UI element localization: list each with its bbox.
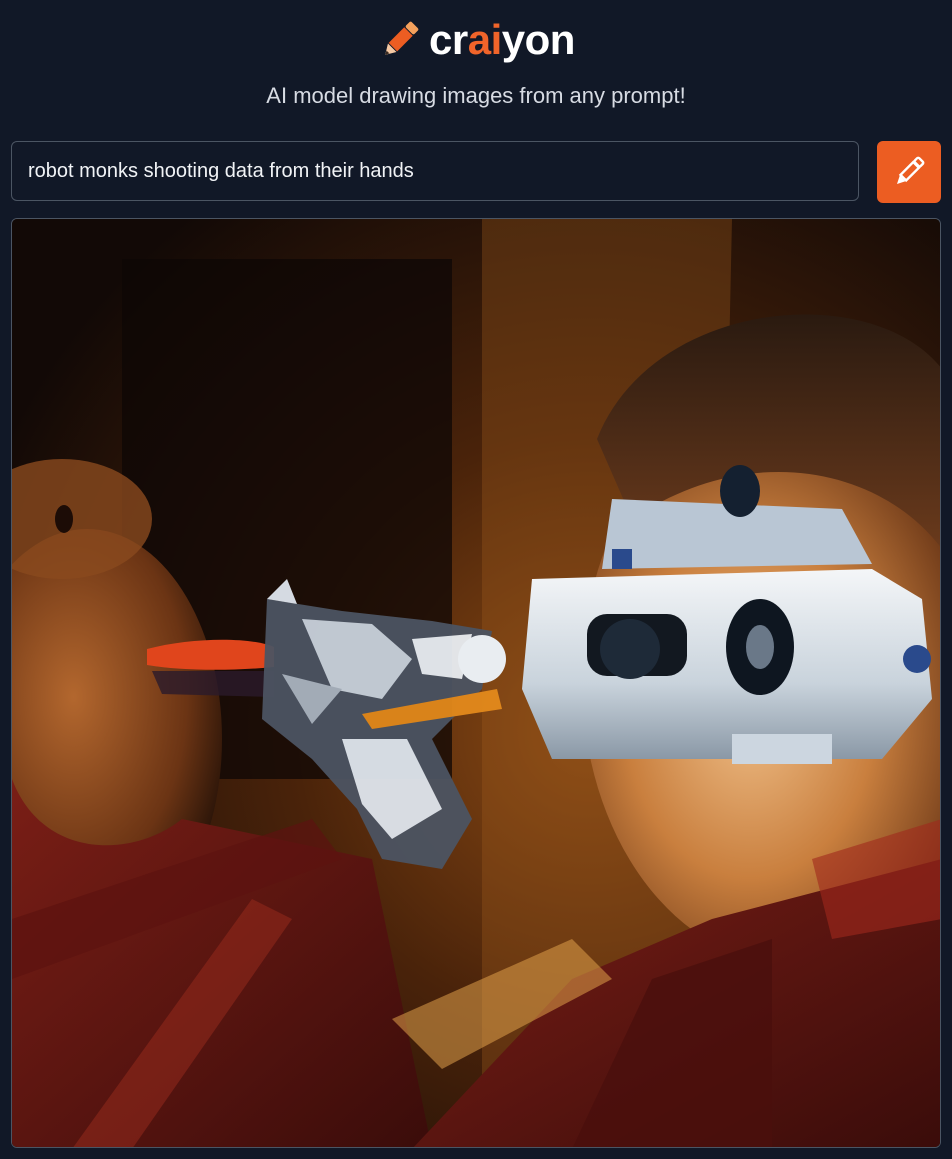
pencil-icon [896,156,925,185]
draw-button[interactable] [877,141,941,203]
pencil-icon [385,21,419,55]
prompt-field[interactable] [11,141,859,201]
brand-logo[interactable]: craiyon [0,14,952,66]
brand-name: craiyon [429,16,575,63]
generated-image-artwork [12,219,940,1147]
craiyon-page: craiyon AI model drawing images from any… [0,0,952,1159]
generated-image[interactable] [11,218,941,1148]
tagline: AI model drawing images from any prompt! [266,83,686,108]
brand-name-accent: ai [467,16,503,63]
prompt-input[interactable] [12,142,858,200]
